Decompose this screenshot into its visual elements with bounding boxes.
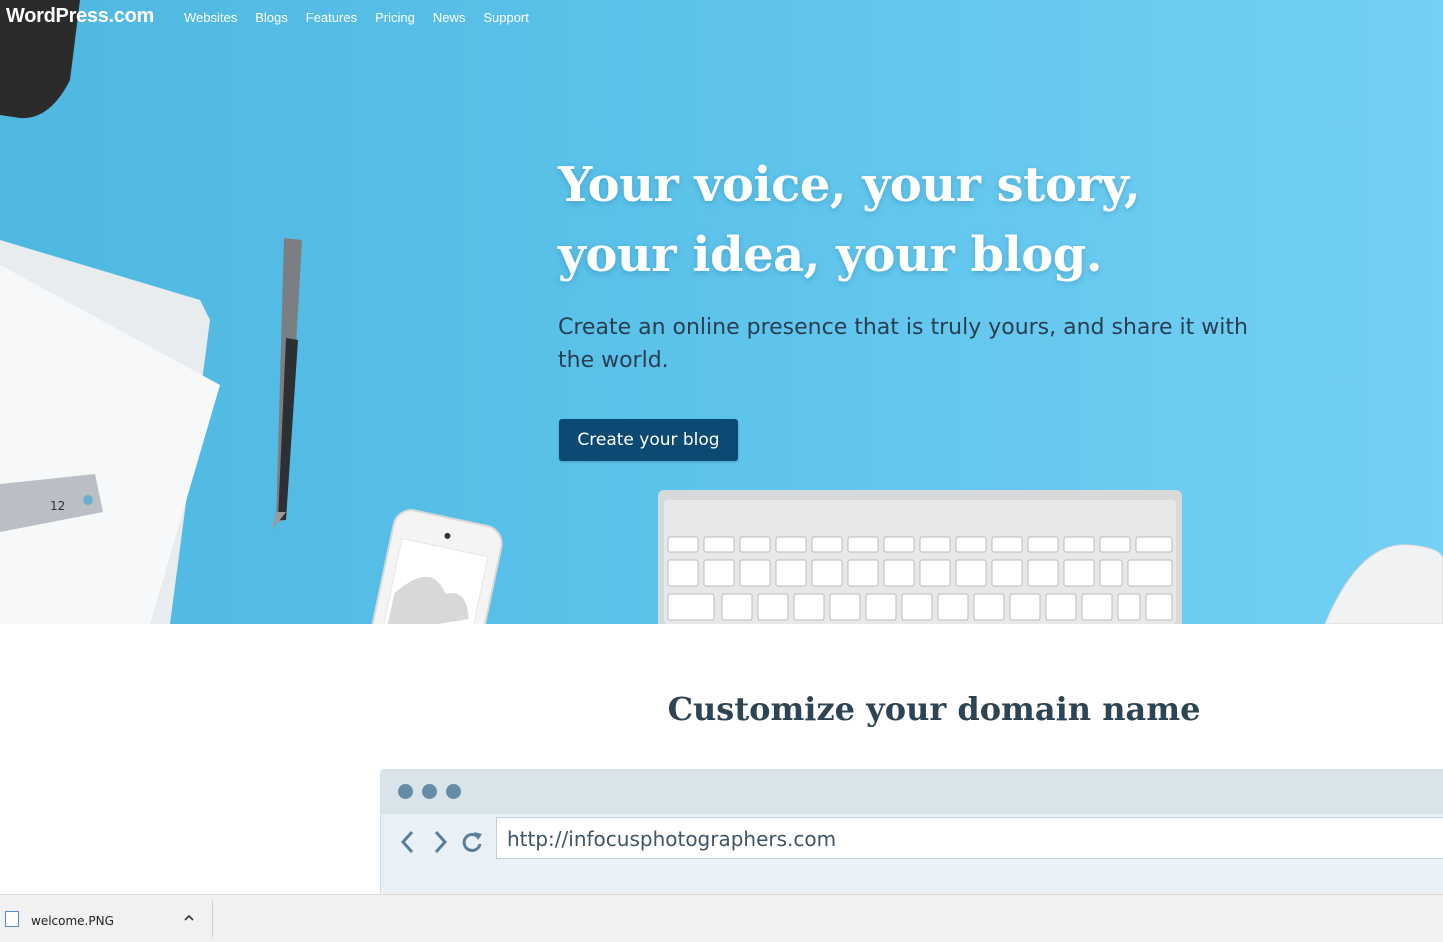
wordpress-logo-link[interactable]: WordPress.com [6,5,154,28]
phone-illustration [362,509,503,624]
nav-link-blogs[interactable]: Blogs [255,10,288,25]
back-arrow-icon [397,828,419,856]
ruler-number: 12 [50,499,65,513]
domain-section-title: Customize your domain name [667,690,1201,728]
hero-title-line-1: Your voice, your story, [558,157,1141,213]
reload-icon [461,828,483,856]
download-file-name[interactable]: welcome.PNG [31,914,114,928]
hero-title: Your voice, your story, your idea, your … [558,150,1141,290]
mouse-illustration [1324,544,1443,624]
chevron-up-icon[interactable] [180,909,198,927]
nav-links: Websites Blogs Features Pricing News Sup… [184,10,529,25]
hero-banner: 12 WordPress.com Websites Blogs Features… [0,0,1443,624]
nav-link-features[interactable]: Features [306,10,357,25]
image-file-icon [5,911,19,927]
nav-link-pricing[interactable]: Pricing [375,10,415,25]
create-blog-button[interactable]: Create your blog [559,419,738,461]
browser-title-bar [381,770,1443,814]
pen-illustration [272,238,302,530]
url-field: http://infocusphotographers.com [496,817,1443,859]
browser-mockup: http://infocusphotographers.com [380,769,1443,896]
window-dot-3 [446,784,461,799]
keyboard-illustration [658,490,1182,624]
hero-subtitle: Create an online presence that is truly … [558,315,1248,373]
hero-title-line-2: your idea, your blog. [558,227,1103,283]
nav-link-support[interactable]: Support [483,10,529,25]
window-dot-2 [422,784,437,799]
browser-nav-icons [397,828,483,856]
top-navigation: WordPress.com Websites Blogs Features Pr… [0,0,1443,36]
window-dot-1 [398,784,413,799]
nav-link-news[interactable]: News [433,10,466,25]
download-bar-divider [212,901,213,937]
download-bar: welcome.PNG [0,894,1443,942]
forward-arrow-icon [429,828,451,856]
nav-link-websites[interactable]: Websites [184,10,237,25]
